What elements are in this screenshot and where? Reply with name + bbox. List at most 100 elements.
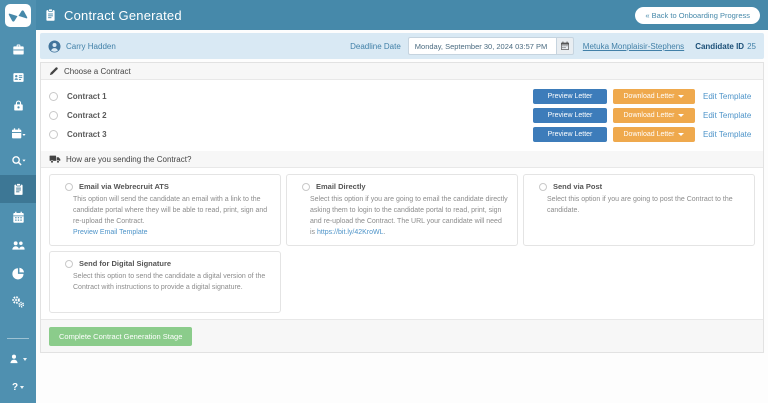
candidate-name: Carry Hadden [66,42,116,51]
candidate-id-value: 25 [747,42,756,51]
search-dropdown-icon [11,155,26,168]
sidebar-item-briefcase[interactable] [0,35,36,63]
sidebar-item-id-card[interactable] [0,63,36,91]
caret-down-icon [678,95,684,98]
contract-label: Contract 2 [67,111,107,120]
download-letter-button[interactable]: Download Letter [613,89,695,104]
deadline-date-input[interactable] [408,37,556,55]
contract-row-actions: Preview Letter Download Letter Edit Temp… [533,127,755,142]
deadline-date-label: Deadline Date [350,42,401,51]
option-label: Email via Webrecruit ATS [79,182,169,191]
sidebar-item-cogs[interactable] [0,287,36,315]
page-title: Contract Generated [64,8,182,23]
option-description: Select this option if you are going to p… [547,195,745,217]
briefcase-icon [12,43,25,56]
butterfly-logo-icon [8,8,28,24]
contract-row: Contract 1 Preview Letter Download Lette… [49,89,755,104]
calendar-picker-button[interactable] [556,37,574,55]
option-description: Select this option to send the candidate… [73,272,271,294]
sidebar-divider [7,338,29,339]
sending-option-radio[interactable] [65,183,73,191]
sending-option-radio[interactable] [65,260,73,268]
contract-label: Contract 1 [67,92,107,101]
contract-row-actions: Preview Letter Download Letter Edit Temp… [533,108,755,123]
download-letter-button[interactable]: Download Letter [613,108,695,123]
sidebar: ? [0,0,36,403]
bag-icon [12,99,25,112]
candidate-id-label: Candidate ID [695,42,744,51]
top-header-bar: Contract Generated « Back to Onboarding … [36,0,768,30]
sidebar-item-calendar-dropdown[interactable] [0,119,36,147]
sending-section-title: How are you sending the Contract? [66,155,191,164]
user-circle-icon [48,40,61,53]
choose-contract-section-header: Choose a Contract [41,63,763,80]
contract-label: Contract 3 [67,130,107,139]
pencil-icon [49,66,59,76]
cogs-icon [11,295,25,308]
candidate-info-bar: Carry Hadden Deadline Date Metuka Monpla… [40,33,764,59]
caret-down-icon [678,133,684,136]
option-card-send-via-post: Send via Post Select this option if you … [523,174,755,246]
main-content: Carry Hadden Deadline Date Metuka Monpla… [36,30,768,403]
option-title-row: Send for Digital Signature [59,259,271,268]
contract-radio[interactable] [49,111,58,120]
option-card-email-ats: Email via Webrecruit ATS This option wil… [49,174,281,246]
option-label: Send for Digital Signature [79,259,171,268]
calendar-icon [560,41,570,51]
contract-row: Contract 3 Preview Letter Download Lette… [49,127,755,142]
candidate-portal-url-link[interactable]: https://bit.ly/42KroWL [317,229,384,236]
contract-radio[interactable] [49,92,58,101]
option-description: This option will send the candidate an e… [73,195,271,238]
option-description: Select this option if you are going to e… [310,195,508,238]
sending-option-radio[interactable] [539,183,547,191]
sending-section-header: How are you sending the Contract? [41,151,763,168]
download-letter-button[interactable]: Download Letter [613,127,695,142]
manager-name-link[interactable]: Metuka Monplaisir-Stephens [583,42,684,51]
app-logo[interactable] [5,4,31,27]
choose-contract-title: Choose a Contract [64,67,131,76]
caret-down-icon [20,386,24,389]
contract-row: Contract 2 Preview Letter Download Lette… [49,108,755,123]
preview-letter-button[interactable]: Preview Letter [533,127,607,142]
clipboard-icon [44,8,57,22]
back-to-onboarding-button[interactable]: « Back to Onboarding Progress [635,7,760,24]
pie-chart-icon [12,267,25,280]
complete-contract-stage-button[interactable]: Complete Contract Generation Stage [49,327,192,346]
caret-down-icon [678,114,684,117]
caret-down-icon [23,358,27,361]
option-card-digital-signature: Send for Digital Signature Select this o… [49,251,281,313]
preview-letter-button[interactable]: Preview Letter [533,89,607,104]
edit-template-link[interactable]: Edit Template [703,111,755,120]
contract-row-actions: Preview Letter Download Letter Edit Temp… [533,89,755,104]
option-label: Send via Post [553,182,602,191]
preview-letter-button[interactable]: Preview Letter [533,108,607,123]
sidebar-item-contracts-active[interactable] [0,175,36,203]
sidebar-item-pie-chart[interactable] [0,259,36,287]
truck-icon [49,154,61,164]
contract-radio[interactable] [49,130,58,139]
edit-template-link[interactable]: Edit Template [703,92,755,101]
calendar-icon [12,211,25,224]
sidebar-item-users[interactable] [0,231,36,259]
clipboard-icon [12,183,25,196]
sidebar-item-calendar[interactable] [0,203,36,231]
option-label: Email Directly [316,182,366,191]
panel-footer: Complete Contract Generation Stage [41,319,763,352]
option-title-row: Send via Post [533,182,745,191]
sidebar-item-search-dropdown[interactable] [0,147,36,175]
preview-email-template-link[interactable]: Preview Email Template [73,229,148,236]
users-icon [11,239,25,252]
sending-options-grid: Email via Webrecruit ATS This option wil… [41,168,763,319]
sidebar-item-help-menu[interactable]: ? [0,373,36,401]
sidebar-item-bag[interactable] [0,91,36,119]
contract-panel: Choose a Contract Contract 1 Preview Let… [40,62,764,353]
user-menu-icon [9,353,21,365]
sidebar-bottom: ? [0,332,36,401]
edit-template-link[interactable]: Edit Template [703,130,755,139]
option-title-row: Email via Webrecruit ATS [59,182,271,191]
calendar-dropdown-icon [11,127,26,140]
sending-option-radio[interactable] [302,183,310,191]
sidebar-item-user-menu[interactable] [0,345,36,373]
id-card-icon [12,71,25,84]
choose-contract-body: Contract 1 Preview Letter Download Lette… [41,80,763,151]
